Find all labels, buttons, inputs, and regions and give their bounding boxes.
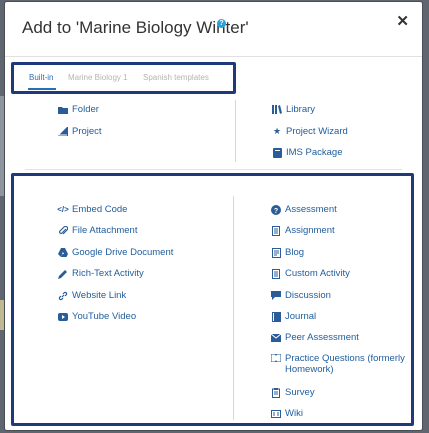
youtube-icon xyxy=(57,312,69,321)
column-divider xyxy=(233,196,234,420)
item-label-line-1: Practice Questions (formerly xyxy=(285,353,405,364)
item-label: File Attachment xyxy=(72,225,138,236)
add-custom-activity[interactable]: Custom Activity xyxy=(270,268,350,279)
item-label: Survey xyxy=(285,387,315,398)
add-project-wizard[interactable]: ★ Project Wizard xyxy=(271,126,348,137)
active-tab-indicator xyxy=(28,88,56,90)
project-icon xyxy=(57,127,69,136)
tab-marine-biology-1[interactable]: Marine Biology 1 xyxy=(68,73,128,82)
document-icon xyxy=(270,225,282,236)
tab-spanish-templates[interactable]: Spanish templates xyxy=(143,73,209,82)
item-label: IMS Package xyxy=(286,147,343,158)
item-label: Folder xyxy=(72,104,99,115)
item-label: Blog xyxy=(285,247,305,258)
code-icon: </> xyxy=(57,205,69,214)
comment-icon xyxy=(270,291,282,300)
add-google-drive-document[interactable]: Google Drive Document xyxy=(57,247,173,258)
add-rich-text-activity[interactable]: Rich-Text Activity xyxy=(57,268,144,279)
column-divider xyxy=(235,100,236,162)
item-label: Embed Code xyxy=(72,204,128,215)
header-divider xyxy=(5,56,422,57)
svg-text:?: ? xyxy=(274,208,278,215)
item-label: Website Link xyxy=(72,290,127,301)
add-assignment[interactable]: Assignment xyxy=(270,225,335,236)
item-label: Project Wizard xyxy=(286,126,348,137)
item-label: Discussion xyxy=(285,290,331,301)
item-label: Project xyxy=(72,126,102,137)
item-label: Library xyxy=(286,104,316,115)
package-icon xyxy=(271,147,283,158)
question-circle-icon: ? xyxy=(270,204,282,215)
add-blog[interactable]: Blog xyxy=(270,247,304,258)
add-assessment[interactable]: ? Assessment xyxy=(270,204,337,215)
document-icon xyxy=(270,268,282,279)
help-icon[interactable]: ? xyxy=(217,19,226,28)
practice-icon xyxy=(270,354,282,362)
add-journal[interactable]: Journal xyxy=(270,311,316,322)
item-label: Assessment xyxy=(285,204,337,215)
add-practice-questions[interactable]: Practice Questions (formerly Homework) xyxy=(270,353,405,375)
add-file-attachment[interactable]: File Attachment xyxy=(57,225,137,236)
tab-bar: Built-in Marine Biology 1 Spanish templa… xyxy=(11,62,236,94)
library-icon xyxy=(271,105,283,114)
add-library[interactable]: Library xyxy=(271,104,315,115)
paperclip-icon xyxy=(57,225,69,236)
add-website-link[interactable]: Website Link xyxy=(57,290,126,301)
add-project[interactable]: Project xyxy=(57,126,102,137)
book-icon xyxy=(270,311,282,322)
link-icon xyxy=(57,291,69,301)
add-discussion[interactable]: Discussion xyxy=(270,290,331,301)
item-label: Wiki xyxy=(285,408,303,419)
add-embed-code[interactable]: </> Embed Code xyxy=(57,204,127,215)
add-survey[interactable]: Survey xyxy=(270,387,315,398)
envelope-icon xyxy=(270,333,282,342)
item-label: YouTube Video xyxy=(72,311,137,322)
item-label: Peer Assessment xyxy=(285,332,359,343)
pencil-icon xyxy=(57,269,69,279)
close-icon[interactable]: ✕ xyxy=(396,12,409,30)
item-label-line-2: Homework) xyxy=(285,364,334,375)
add-wiki[interactable]: Wiki xyxy=(270,408,303,419)
section-divider xyxy=(25,169,402,170)
item-label: Assignment xyxy=(285,225,335,236)
blog-icon xyxy=(270,247,282,258)
google-drive-icon xyxy=(57,248,69,257)
folder-icon xyxy=(57,106,69,114)
item-label: Rich-Text Activity xyxy=(72,268,144,279)
item-label: Journal xyxy=(285,311,317,322)
item-label: Custom Activity xyxy=(285,268,350,279)
clipboard-icon xyxy=(270,387,282,398)
add-ims-package[interactable]: IMS Package xyxy=(271,147,343,158)
wiki-icon xyxy=(270,409,282,418)
add-peer-assessment[interactable]: Peer Assessment xyxy=(270,332,359,343)
tab-built-in[interactable]: Built-in xyxy=(29,73,53,82)
item-label: Practice Questions (formerly Homework) xyxy=(285,353,405,375)
add-youtube-video[interactable]: YouTube Video xyxy=(57,311,136,322)
dialog-title: Add to 'Marine Biology Winter' xyxy=(22,18,249,37)
item-label: Google Drive Document xyxy=(72,247,174,258)
add-folder[interactable]: Folder xyxy=(57,104,99,115)
star-icon: ★ xyxy=(272,126,282,136)
